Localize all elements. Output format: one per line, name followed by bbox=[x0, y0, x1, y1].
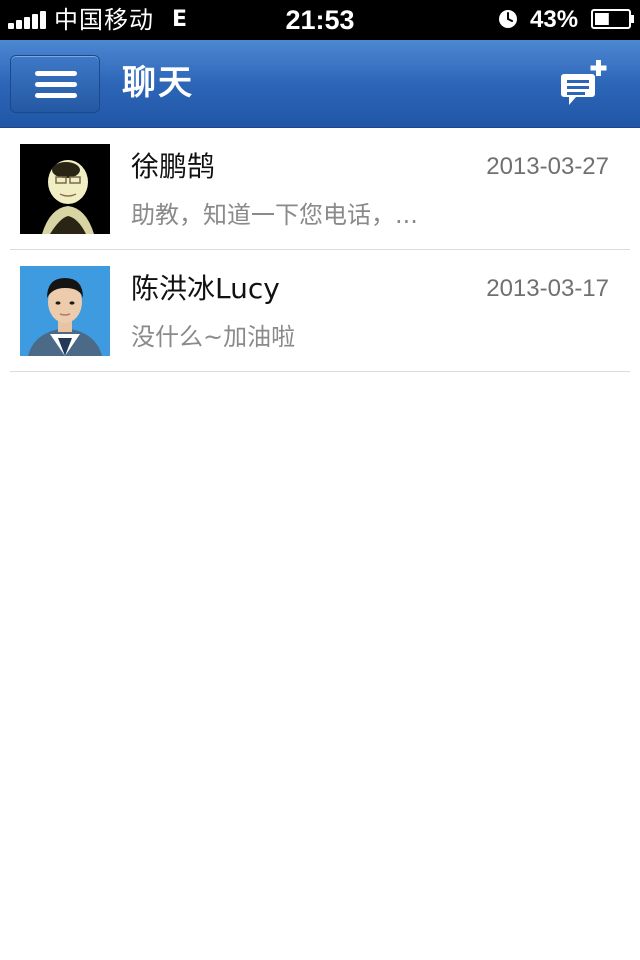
chat-preview: 助教，知道一下您电话，... bbox=[131, 201, 418, 229]
avatar-photo-icon bbox=[20, 144, 110, 234]
nav-bar: 聊天 bbox=[0, 40, 640, 128]
chat-name: 徐鹏鹄 bbox=[131, 150, 216, 183]
chat-date: 2013-03-17 bbox=[486, 275, 609, 302]
chat-name: 陈洪冰Lucy bbox=[131, 272, 280, 305]
new-chat-plus-icon[interactable] bbox=[556, 56, 612, 112]
chat-list: 徐鹏鹄 2013-03-27 助教，知道一下您电话，... 陈洪冰Lucy 20… bbox=[0, 128, 640, 372]
chat-date: 2013-03-27 bbox=[486, 153, 609, 180]
avatar bbox=[20, 144, 110, 234]
list-item[interactable]: 陈洪冰Lucy 2013-03-17 没什么~加油啦 bbox=[0, 250, 640, 372]
list-item[interactable]: 徐鹏鹄 2013-03-27 助教，知道一下您电话，... bbox=[0, 128, 640, 250]
status-bar: 中国移动 E 21:53 43% bbox=[0, 0, 640, 40]
battery-percent: 43% bbox=[530, 6, 579, 33]
avatar-photo-icon bbox=[20, 266, 110, 356]
avatar bbox=[20, 266, 110, 356]
chat-screen: 中国移动 E 21:53 43% 聊天 徐鹏鹄 2013-03-27 助教，知道… bbox=[0, 0, 640, 960]
battery-icon bbox=[591, 9, 634, 29]
alarm-clock-icon bbox=[499, 10, 517, 28]
chat-preview: 没什么~加油啦 bbox=[131, 323, 296, 351]
divider bbox=[10, 371, 630, 372]
page-title: 聊天 bbox=[122, 63, 194, 103]
menu-button[interactable] bbox=[10, 55, 100, 113]
